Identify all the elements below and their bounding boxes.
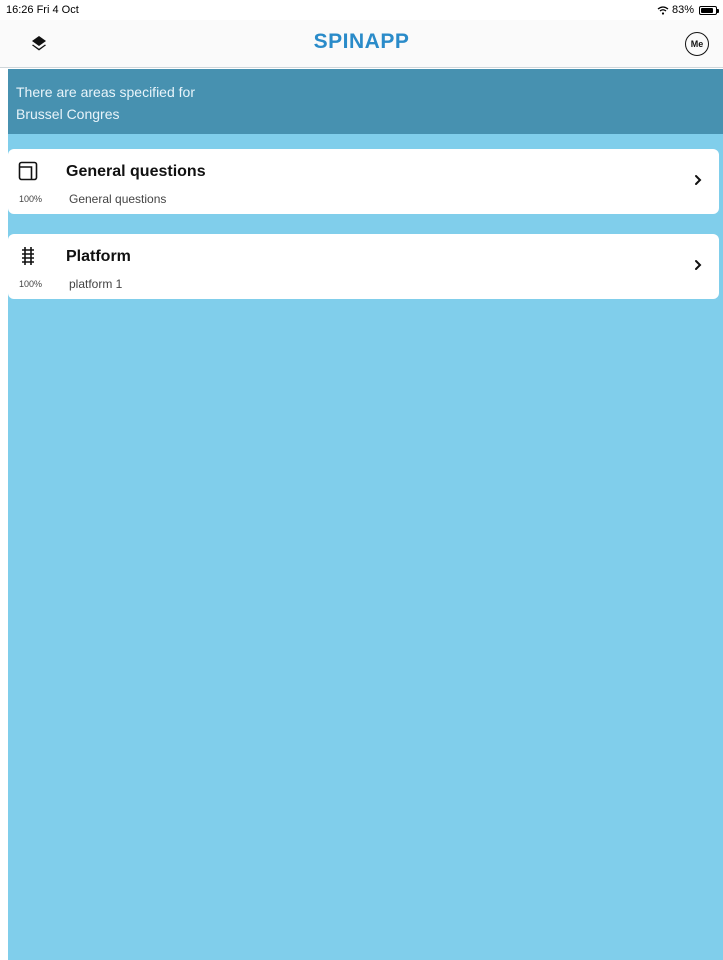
item-progress: 100%	[19, 194, 43, 204]
item-subtitle: General questions	[69, 192, 167, 206]
battery-percent: 83%	[671, 4, 694, 16]
list-item-general-questions[interactable]: General questions 100% General questions	[8, 149, 719, 214]
profile-button[interactable]: Me	[685, 32, 709, 56]
app-title: SPINAPP	[313, 30, 410, 53]
wifi-icon	[657, 5, 669, 15]
item-title: Platform	[66, 248, 131, 265]
banner-text-line2: Brussel Congres	[16, 106, 120, 122]
banner-text-line1: There are areas specified for	[16, 84, 195, 100]
track-icon	[22, 247, 34, 265]
status-indicators: 83%	[657, 4, 719, 16]
battery-icon	[699, 5, 719, 15]
navigation-bar: SPINAPP Me	[0, 20, 723, 68]
chevron-right-icon	[695, 175, 702, 185]
main-content: There are areas specified for Brussel Co…	[8, 69, 723, 960]
chevron-right-icon	[695, 260, 702, 270]
item-progress: 100%	[19, 279, 43, 289]
list-item-platform[interactable]: Platform 100% platform 1	[8, 234, 719, 299]
status-time-date: 16:26 Fri 4 Oct	[6, 4, 79, 16]
item-subtitle: platform 1	[69, 277, 123, 291]
area-icon	[18, 161, 38, 181]
area-info-banner: There are areas specified for Brussel Co…	[8, 69, 723, 134]
status-bar: 16:26 Fri 4 Oct 83%	[0, 0, 723, 20]
item-title: General questions	[66, 163, 206, 180]
